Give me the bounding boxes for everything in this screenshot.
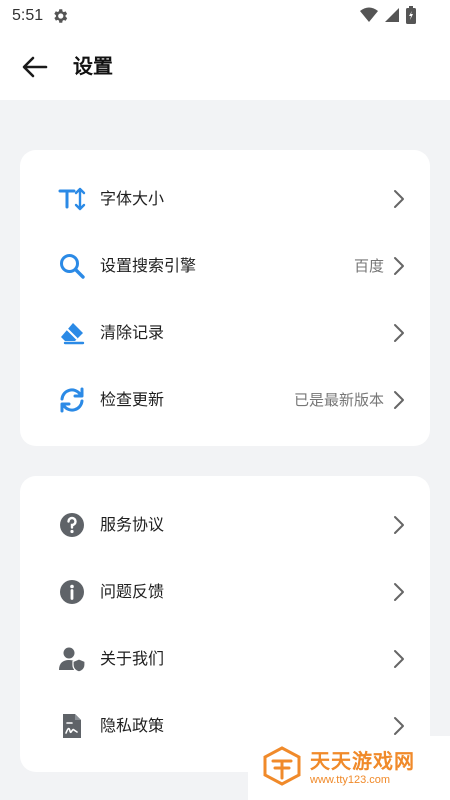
check-update-label: 检查更新 bbox=[100, 389, 165, 409]
font-size-row[interactable]: 字体大小 bbox=[20, 165, 430, 232]
app-header: 设置 bbox=[0, 32, 450, 100]
refresh-icon bbox=[58, 386, 86, 414]
watermark-url: www.tty123.com bbox=[310, 774, 391, 786]
question-icon bbox=[58, 511, 86, 539]
document-icon bbox=[58, 712, 86, 740]
settings-group-general: 字体大小 设置搜索引擎 百度 清除记录 检查更新 已是最新版本 bbox=[20, 150, 430, 446]
search-icon bbox=[58, 252, 86, 280]
chevron-right-icon bbox=[392, 649, 406, 669]
user-shield-icon bbox=[58, 645, 86, 673]
font-size-icon bbox=[58, 185, 86, 213]
status-bar: 5:51 bbox=[0, 0, 450, 32]
search-engine-label: 设置搜索引擎 bbox=[100, 255, 197, 275]
signal-icon bbox=[384, 7, 400, 27]
eraser-icon bbox=[58, 319, 86, 347]
gear-icon bbox=[51, 7, 69, 25]
chevron-right-icon bbox=[392, 189, 406, 209]
settings-group-about: 服务协议 问题反馈 关于我们 隐私政策 bbox=[20, 476, 430, 772]
service-agreement-label: 服务协议 bbox=[100, 514, 165, 534]
chevron-right-icon bbox=[392, 582, 406, 602]
about-us-label: 关于我们 bbox=[100, 648, 165, 668]
clear-history-row[interactable]: 清除记录 bbox=[20, 299, 430, 366]
check-update-row[interactable]: 检查更新 已是最新版本 bbox=[20, 366, 430, 433]
feedback-row[interactable]: 问题反馈 bbox=[20, 558, 430, 625]
info-icon bbox=[58, 578, 86, 606]
status-time: 5:51 bbox=[12, 7, 44, 24]
battery-icon bbox=[406, 6, 416, 28]
font-size-label: 字体大小 bbox=[100, 188, 165, 208]
search-engine-row[interactable]: 设置搜索引擎 百度 bbox=[20, 232, 430, 299]
search-engine-value: 百度 bbox=[353, 256, 384, 275]
chevron-right-icon bbox=[392, 256, 406, 276]
watermark-logo-icon bbox=[262, 746, 302, 790]
clear-history-label: 清除记录 bbox=[100, 322, 165, 342]
back-button[interactable] bbox=[20, 52, 50, 82]
service-agreement-row[interactable]: 服务协议 bbox=[20, 491, 430, 558]
chevron-right-icon bbox=[392, 515, 406, 535]
status-icons bbox=[360, 6, 416, 28]
about-us-row[interactable]: 关于我们 bbox=[20, 625, 430, 692]
chevron-right-icon bbox=[392, 323, 406, 343]
chevron-right-icon bbox=[392, 716, 406, 736]
check-update-value: 已是最新版本 bbox=[293, 390, 384, 409]
watermark: 天天游戏网 www.tty123.com bbox=[248, 736, 450, 800]
watermark-title: 天天游戏网 bbox=[310, 749, 415, 773]
chevron-right-icon bbox=[392, 390, 406, 410]
wifi-icon bbox=[360, 7, 378, 27]
arrow-left-icon bbox=[22, 56, 48, 78]
page-title: 设置 bbox=[73, 54, 113, 78]
privacy-policy-label: 隐私政策 bbox=[100, 715, 165, 735]
feedback-label: 问题反馈 bbox=[100, 581, 165, 601]
